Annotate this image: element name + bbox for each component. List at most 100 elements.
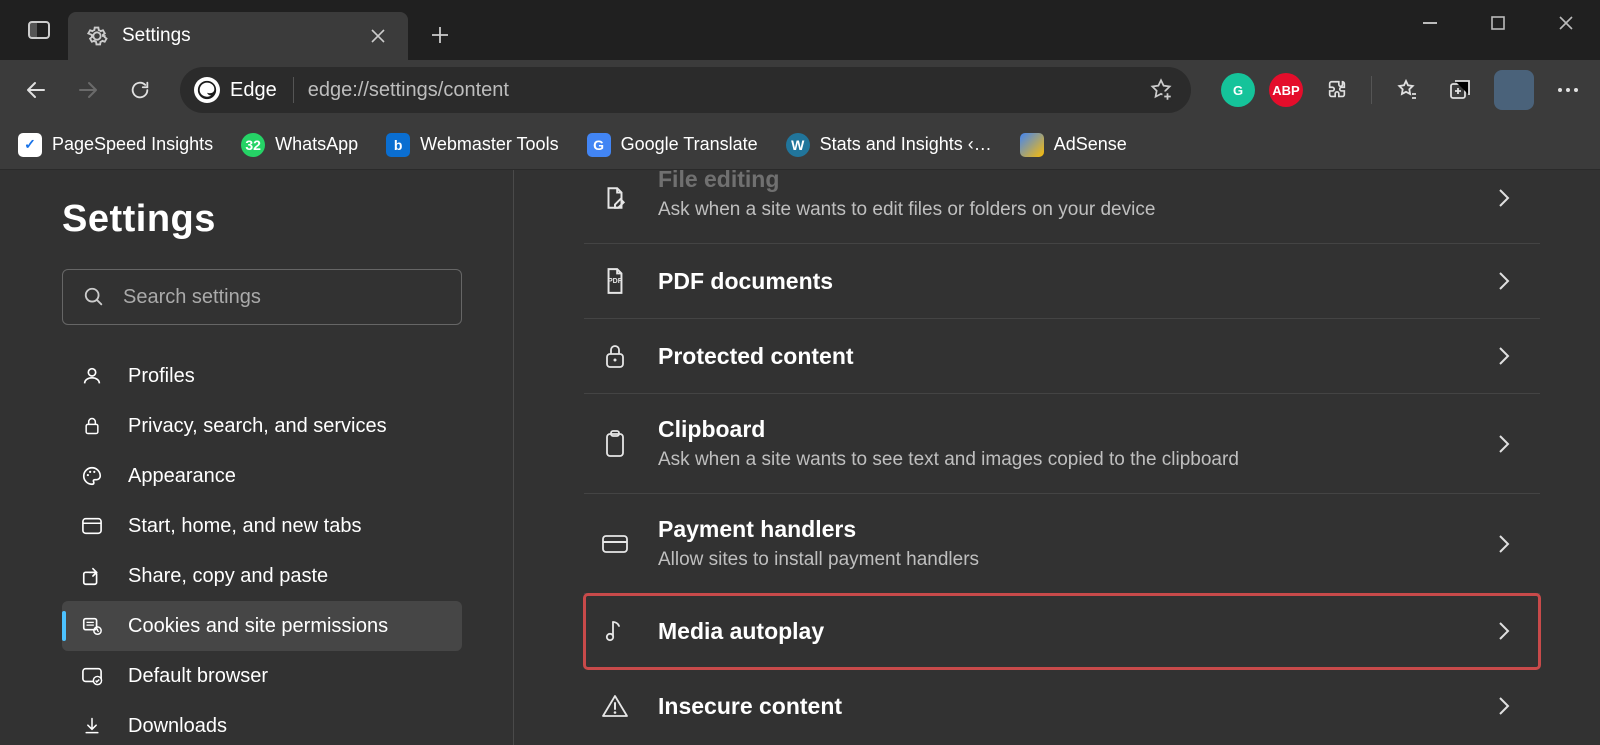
gear-icon (86, 25, 108, 47)
extension-grammarly[interactable]: G (1221, 73, 1255, 107)
share-arrow-icon (80, 564, 104, 588)
sidebar-item-appearance[interactable]: Appearance (62, 451, 462, 501)
bookmark-translate[interactable]: G Google Translate (587, 133, 758, 157)
minimize-icon (1423, 22, 1437, 24)
extension-adblock[interactable]: ABP (1269, 73, 1303, 107)
sidebar-item-default-browser[interactable]: Default browser (62, 651, 462, 701)
toolbar-divider (1371, 76, 1372, 104)
window-icon (80, 514, 104, 538)
back-button[interactable] (12, 66, 60, 114)
arrow-left-icon (24, 78, 48, 102)
more-menu-button[interactable] (1548, 70, 1588, 110)
pdf-icon: PDF (600, 266, 630, 296)
bookmark-whatsapp[interactable]: 32 WhatsApp (241, 133, 358, 157)
minimize-button[interactable] (1396, 0, 1464, 46)
plus-icon (431, 26, 449, 44)
tab-close-button[interactable] (364, 22, 392, 50)
refresh-button[interactable] (116, 66, 164, 114)
sidebar-item-label: Default browser (128, 665, 268, 688)
tab-title: Settings (122, 25, 350, 47)
setting-pdf-documents[interactable]: PDF PDF documents (584, 244, 1540, 319)
collections-button[interactable] (1440, 70, 1480, 110)
browser-tab[interactable]: Settings (68, 12, 408, 60)
card-icon (600, 529, 630, 559)
setting-file-editing[interactable]: File editing Ask when a site wants to ed… (584, 170, 1540, 244)
favicon-icon (1020, 133, 1044, 157)
setting-title: Payment handlers (658, 516, 1470, 543)
favicon-icon: ✓ (18, 133, 42, 157)
chevron-right-icon (1498, 434, 1510, 454)
settings-sidebar: Settings Profiles Privacy, search, and s… (0, 170, 514, 745)
sidebar-item-label: Appearance (128, 465, 236, 488)
close-icon (371, 29, 385, 43)
settings-nav: Profiles Privacy, search, and services A… (62, 351, 462, 745)
search-settings-box[interactable] (62, 269, 462, 325)
chevron-right-icon (1498, 271, 1510, 291)
setting-media-autoplay[interactable]: Media autoplay (584, 594, 1540, 669)
browser-check-icon (80, 664, 104, 688)
setting-title: PDF documents (658, 268, 1470, 295)
chevron-right-icon (1498, 621, 1510, 641)
setting-clipboard[interactable]: Clipboard Ask when a site wants to see t… (584, 394, 1540, 494)
setting-title: File editing (658, 170, 1470, 193)
toolbar: Edge edge://settings/content G ABP (0, 60, 1600, 120)
extensions-button[interactable] (1317, 70, 1357, 110)
url-text: edge://settings/content (308, 79, 1145, 102)
bookmark-label: WhatsApp (275, 134, 358, 155)
setting-subtitle: Allow sites to install payment handlers (658, 549, 1470, 571)
bookmark-label: Stats and Insights ‹… (820, 134, 992, 155)
window-controls (1396, 0, 1600, 46)
refresh-icon (129, 79, 151, 101)
sidebar-item-share[interactable]: Share, copy and paste (62, 551, 462, 601)
favicon-icon: G (587, 133, 611, 157)
bookmark-webmaster[interactable]: b Webmaster Tools (386, 133, 558, 157)
profile-avatar[interactable] (1494, 70, 1534, 110)
setting-payment-handlers[interactable]: Payment handlers Allow sites to install … (584, 494, 1540, 594)
permissions-icon (80, 614, 104, 638)
arrow-right-icon (76, 78, 100, 102)
forward-button[interactable] (64, 66, 112, 114)
setting-title: Insecure content (658, 693, 1470, 720)
tab-strip: Settings (0, 0, 462, 60)
sidebar-item-label: Cookies and site permissions (128, 615, 388, 638)
setting-title: Clipboard (658, 416, 1470, 443)
window-close-button[interactable] (1532, 0, 1600, 46)
collections-icon (1448, 78, 1472, 102)
bookmark-label: AdSense (1054, 134, 1127, 155)
add-favorite-button[interactable] (1145, 74, 1177, 106)
sidebar-item-label: Start, home, and new tabs (128, 515, 361, 538)
sidebar-item-profiles[interactable]: Profiles (62, 351, 462, 401)
bookmark-adsense[interactable]: AdSense (1020, 133, 1127, 157)
palette-icon (80, 464, 104, 488)
favicon-icon: W (786, 133, 810, 157)
sidebar-item-label: Privacy, search, and services (128, 415, 387, 438)
file-edit-icon (600, 183, 630, 213)
bookmark-pagespeed[interactable]: ✓ PageSpeed Insights (18, 133, 213, 157)
sidebar-item-privacy[interactable]: Privacy, search, and services (62, 401, 462, 451)
title-bar: Settings (0, 0, 1600, 60)
bookmark-stats[interactable]: W Stats and Insights ‹… (786, 133, 992, 157)
search-icon (83, 286, 105, 308)
settings-main-panel: File editing Ask when a site wants to ed… (514, 170, 1600, 745)
origin-label: Edge (230, 79, 277, 102)
sidebar-item-label: Downloads (128, 715, 227, 738)
chevron-right-icon (1498, 346, 1510, 366)
search-input[interactable] (123, 286, 441, 309)
setting-protected-content[interactable]: Protected content (584, 319, 1540, 394)
new-tab-button[interactable] (418, 13, 462, 57)
maximize-icon (1491, 16, 1505, 30)
toolbar-right: G ABP (1207, 70, 1588, 110)
sidebar-item-label: Profiles (128, 365, 195, 388)
sidebar-item-cookies[interactable]: Cookies and site permissions (62, 601, 462, 651)
setting-insecure-content[interactable]: Insecure content (584, 669, 1540, 743)
lock-icon (600, 341, 630, 371)
sidebar-item-start[interactable]: Start, home, and new tabs (62, 501, 462, 551)
maximize-button[interactable] (1464, 0, 1532, 46)
favorites-button[interactable] (1386, 70, 1426, 110)
bookmark-label: Webmaster Tools (420, 134, 558, 155)
address-bar[interactable]: Edge edge://settings/content (180, 67, 1191, 113)
bookmarks-bar: ✓ PageSpeed Insights 32 WhatsApp b Webma… (0, 120, 1600, 170)
tabs-overview-button[interactable] (18, 9, 60, 51)
sidebar-item-downloads[interactable]: Downloads (62, 701, 462, 745)
setting-subtitle: Ask when a site wants to see text and im… (658, 449, 1470, 471)
